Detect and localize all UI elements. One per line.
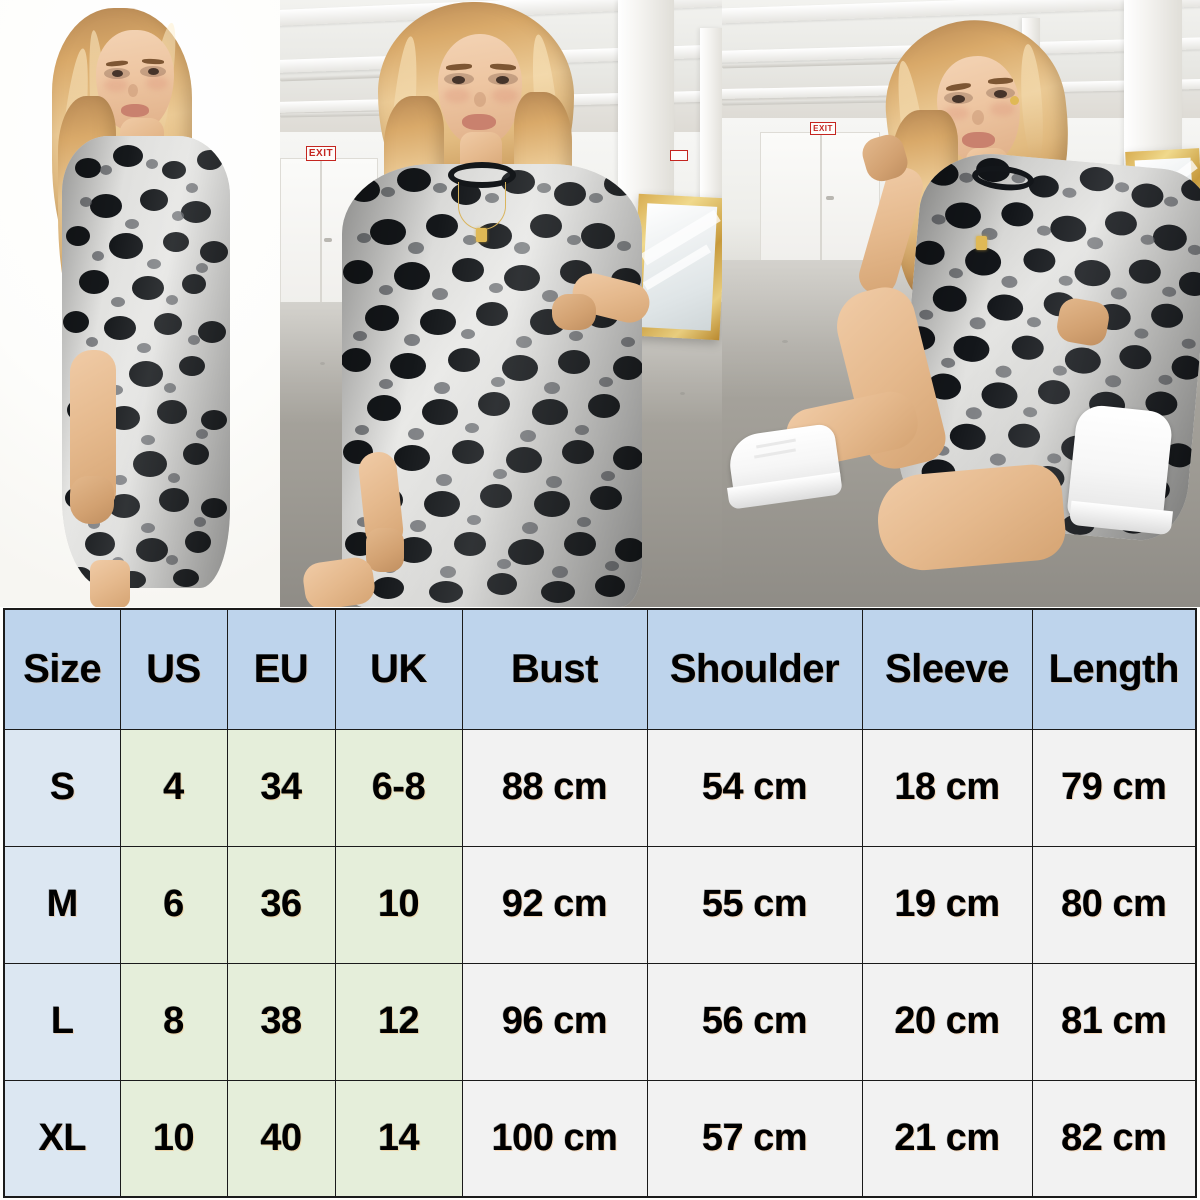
door-knob [324, 238, 332, 242]
cell-bust: 88 cm [461, 728, 648, 847]
door-knob [826, 196, 834, 200]
cell-shoulder: 57 cm [646, 1079, 863, 1198]
table-row: L 8 38 12 96 cm 56 cm 20 cm 81 cm [3, 962, 1197, 1081]
size-chart-table: Size US EU UK Bust Shoulder Sleeve Lengt… [3, 608, 1197, 1198]
cell-uk: 6-8 [334, 728, 463, 847]
cell-uk: 12 [334, 962, 463, 1081]
eye-right [496, 76, 509, 84]
cell-us: 4 [119, 728, 228, 847]
cell-eu: 40 [226, 1079, 336, 1198]
column-header-sleeve: Sleeve [861, 608, 1033, 730]
column-header-uk: UK [334, 608, 463, 730]
floor-speck [680, 392, 685, 395]
cell-length: 79 cm [1031, 728, 1197, 847]
exit-sign [670, 150, 688, 161]
leg-kneeling [874, 462, 1068, 574]
exit-sign: EXIT [810, 122, 836, 135]
cell-length: 80 cm [1031, 845, 1197, 964]
hand-on-hip [552, 294, 596, 330]
cell-us: 8 [119, 962, 228, 1081]
cell-sleeve: 19 cm [861, 845, 1033, 964]
cell-shoulder: 56 cm [646, 962, 863, 1081]
product-photo-side-view[interactable] [0, 0, 280, 607]
cell-length: 82 cm [1031, 1079, 1197, 1198]
cell-bust: 92 cm [461, 845, 648, 964]
cell-shoulder: 55 cm [646, 845, 863, 964]
cell-size: L [3, 962, 121, 1081]
table-row: XL 10 40 14 100 cm 57 cm 21 cm 82 cm [3, 1079, 1197, 1198]
cell-us: 6 [119, 845, 228, 964]
hand-left [366, 528, 404, 572]
cell-sleeve: 21 cm [861, 1079, 1033, 1198]
table-body: S 4 34 6-8 88 cm 54 cm 18 cm 79 cm M 6 3… [3, 728, 1197, 1198]
exit-sign-label: EXIT [308, 147, 334, 159]
floor-speck [320, 362, 325, 365]
door-panel-line [320, 158, 322, 306]
product-photo-front-view[interactable]: EXIT [280, 0, 722, 607]
cell-shoulder: 54 cm [646, 728, 863, 847]
earring [1010, 96, 1019, 105]
eye-left [952, 95, 965, 103]
table-row: S 4 34 6-8 88 cm 54 cm 18 cm 79 cm [3, 728, 1197, 847]
cell-uk: 10 [334, 845, 463, 964]
table-row: M 6 36 10 92 cm 55 cm 19 cm 80 cm [3, 845, 1197, 964]
cell-size: XL [3, 1079, 121, 1198]
cell-size: S [3, 728, 121, 847]
nose [128, 84, 138, 97]
table-header: Size US EU UK Bust Shoulder Sleeve Lengt… [3, 608, 1197, 730]
cell-eu: 36 [226, 845, 336, 964]
product-photo-kneeling-view[interactable]: EXIT [722, 0, 1200, 607]
leg [90, 560, 130, 607]
mirror-highlight [640, 209, 721, 266]
header-row: Size US EU UK Bust Shoulder Sleeve Lengt… [3, 608, 1197, 730]
necklace-pendant [476, 228, 487, 242]
door-panel-line [820, 132, 822, 262]
column-header-us: US [119, 608, 228, 730]
cell-bust: 100 cm [461, 1079, 648, 1198]
cell-length: 81 cm [1031, 962, 1197, 1081]
size-chart-table-container: Size US EU UK Bust Shoulder Sleeve Lengt… [3, 608, 1197, 1198]
cell-sleeve: 20 cm [861, 962, 1033, 1081]
lips [121, 104, 149, 117]
product-photo-strip: EXIT EXIT [0, 0, 1200, 607]
cell-eu: 34 [226, 728, 336, 847]
floor-speck [782, 340, 788, 343]
column-header-bust: Bust [461, 608, 648, 730]
column-header-eu: EU [226, 608, 336, 730]
hand [70, 476, 114, 524]
cell-sleeve: 18 cm [861, 728, 1033, 847]
eye-right [994, 90, 1007, 98]
eye-left [452, 76, 465, 84]
cell-us: 10 [119, 1079, 228, 1198]
cell-uk: 14 [334, 1079, 463, 1198]
blush [146, 76, 168, 90]
blush [444, 88, 470, 103]
nose [474, 92, 486, 107]
column-header-length: Length [1031, 608, 1197, 730]
lips [462, 114, 496, 130]
necklace-chain [458, 182, 506, 230]
eye-right [148, 68, 159, 75]
blush [492, 88, 518, 103]
cell-bust: 96 cm [461, 962, 648, 1081]
column-header-size: Size [3, 608, 121, 730]
necklace-pendant [976, 236, 987, 250]
blush [104, 78, 128, 92]
cell-size: M [3, 845, 121, 964]
cell-eu: 38 [226, 962, 336, 1081]
exit-sign-label: EXIT [813, 123, 833, 133]
nose [972, 110, 984, 125]
eye-left [112, 70, 123, 77]
gold-framed-mirror [631, 193, 722, 341]
lips [962, 132, 995, 148]
column-header-shoulder: Shoulder [646, 608, 863, 730]
mirror-glass [640, 203, 721, 331]
exit-sign: EXIT [306, 146, 336, 161]
size-chart-page: EXIT EXIT Size US EU UK Bust Shoulder Sl… [0, 0, 1200, 1200]
